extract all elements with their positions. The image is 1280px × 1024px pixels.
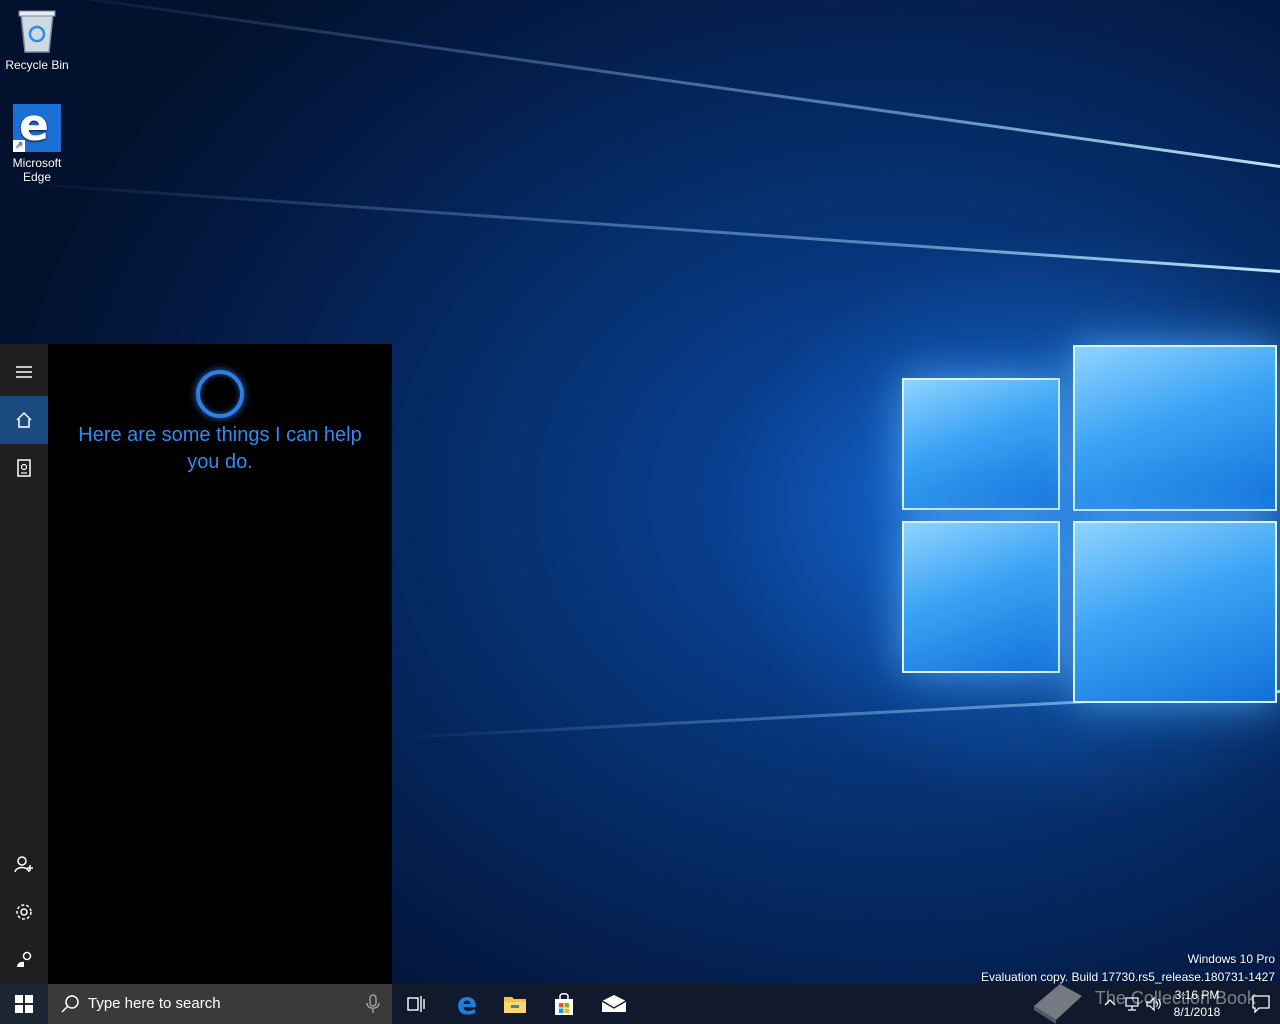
mail-button[interactable] <box>590 984 638 1024</box>
feedback-icon <box>17 951 32 967</box>
task-view-icon <box>407 996 425 1012</box>
taskbar: Type here to search e 3:16 PM 8/1/2018 T… <box>0 984 1280 1024</box>
edge-icon: e <box>456 986 478 1022</box>
microphone-icon[interactable] <box>366 994 380 1014</box>
recycle-bin-icon <box>17 8 57 54</box>
notebook-icon <box>17 459 31 477</box>
recycle-bin-shortcut[interactable]: Recycle Bin <box>1 8 73 72</box>
system-tray: 3:16 PM 8/1/2018 The Collection Book <box>1080 984 1280 1024</box>
search-icon <box>61 995 79 1013</box>
notebook-button[interactable] <box>0 444 48 492</box>
settings-button[interactable] <box>0 888 48 936</box>
file-explorer-icon <box>504 997 526 1013</box>
logo-pane <box>902 521 1060 673</box>
start-button[interactable] <box>0 984 48 1024</box>
gear-icon <box>16 904 32 920</box>
edge-shortcut[interactable]: e ↗ Microsoft Edge <box>1 100 73 184</box>
action-center-icon[interactable] <box>1252 995 1270 1013</box>
light-beam <box>3 180 1280 273</box>
edge-label: Microsoft Edge <box>12 156 62 184</box>
cortana-message: Here are some things I can help you do. <box>78 424 362 473</box>
menu-icon <box>16 366 32 378</box>
search-placeholder: Type here to search <box>88 995 221 1012</box>
windows-logo-icon <box>15 995 33 1013</box>
logo-pane <box>1073 521 1277 703</box>
logo-pane <box>1073 345 1277 511</box>
cortana-panel: Here are some things I can help you do. <box>0 344 392 984</box>
store-button[interactable] <box>540 984 588 1024</box>
edge-icon: e ↗ <box>13 100 61 152</box>
recycle-bin-label: Recycle Bin <box>5 58 69 72</box>
mail-icon <box>601 995 627 1012</box>
cortana-rail <box>0 344 48 984</box>
feedback-button[interactable] <box>0 936 48 984</box>
hamburger-menu-button[interactable] <box>0 348 48 396</box>
home-icon <box>16 411 32 428</box>
edge-taskbar-button[interactable]: e <box>443 984 491 1024</box>
os-edition: Windows 10 Pro <box>1187 952 1275 966</box>
cortana-ring <box>196 370 244 418</box>
search-box[interactable]: Type here to search <box>48 984 392 1024</box>
home-button[interactable] <box>0 396 48 444</box>
os-build: Evaluation copy. Build 17730.rs5_release… <box>981 970 1275 984</box>
os-watermark: Windows 10 Pro Evaluation copy. Build 17… <box>981 950 1275 984</box>
shortcut-arrow-icon: ↗ <box>13 140 25 152</box>
overlay-watermark: The Collection Book <box>1094 988 1256 1008</box>
file-explorer-button[interactable] <box>491 984 539 1024</box>
store-icon <box>555 993 573 1015</box>
logo-pane <box>902 378 1060 510</box>
book-logo-icon <box>1034 984 1082 1024</box>
account-button[interactable] <box>0 840 48 888</box>
task-view-button[interactable] <box>392 984 440 1024</box>
add-account-icon <box>14 856 33 873</box>
light-beam <box>12 0 1280 168</box>
